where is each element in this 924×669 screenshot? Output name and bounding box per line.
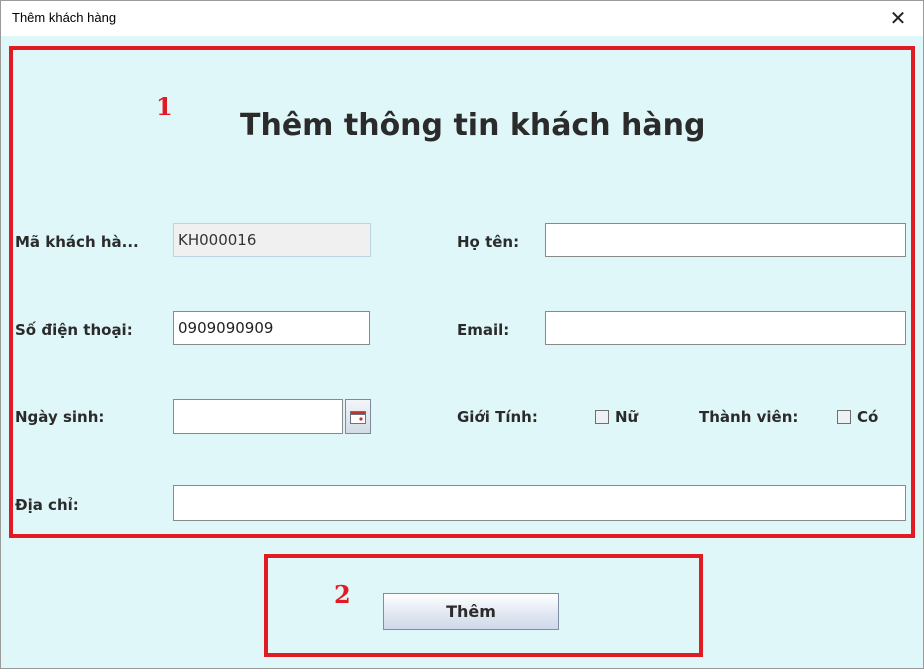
address-field[interactable] [173, 485, 906, 521]
annotation-label-2: 2 [334, 580, 351, 609]
full-name-label: Họ tên: [457, 233, 520, 251]
title-bar: Thêm khách hàng ✕ [0, 0, 924, 36]
annotation-label-1: 1 [156, 92, 173, 121]
birthdate-label: Ngày sinh: [15, 408, 105, 426]
email-label: Email: [457, 321, 510, 339]
date-picker-button[interactable] [345, 399, 371, 434]
add-customer-button[interactable]: Thêm [383, 593, 559, 630]
member-checkbox-label: Có [857, 408, 879, 426]
email-field[interactable] [545, 311, 906, 345]
calendar-icon [350, 410, 366, 424]
address-label: Địa chỉ: [15, 496, 79, 514]
full-name-field[interactable] [545, 223, 906, 257]
gender-label: Giới Tính: [457, 408, 538, 426]
form-heading: Thêm thông tin khách hàng [240, 108, 706, 143]
customer-id-label: Mã khách hà... [15, 233, 139, 251]
customer-id-field[interactable] [173, 223, 371, 257]
window-title: Thêm khách hàng [12, 10, 117, 25]
female-checkbox-label: Nữ [615, 408, 639, 426]
phone-label: Số điện thoại: [15, 321, 133, 339]
female-checkbox[interactable] [595, 410, 609, 424]
phone-field[interactable] [173, 311, 370, 345]
birthdate-field[interactable] [173, 399, 343, 434]
close-icon[interactable]: ✕ [884, 4, 912, 32]
member-label: Thành viên: [699, 408, 799, 426]
member-checkbox[interactable] [837, 410, 851, 424]
